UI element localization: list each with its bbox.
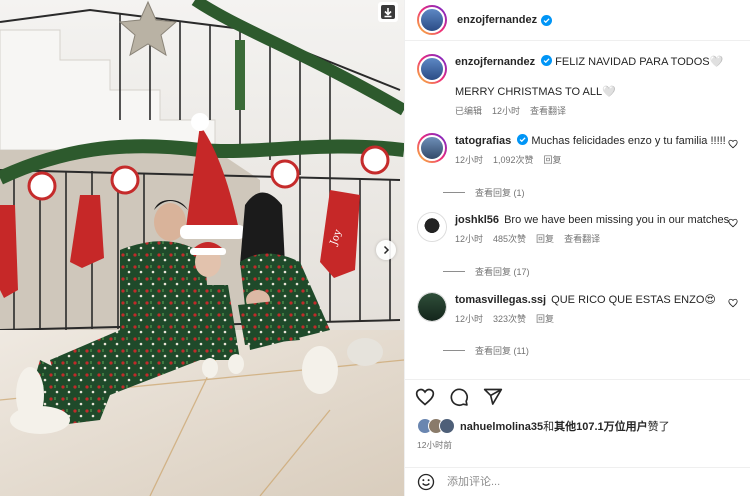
comment-likes[interactable]: 323次赞 — [493, 312, 526, 325]
share-icon[interactable] — [483, 387, 503, 407]
post-caption: enzojfernandez FELIZ NAVIDAD PARA TODOS🤍… — [417, 54, 740, 120]
likes-summary[interactable]: nahuelmolina35和其他107.1万位用户赞了 — [417, 418, 742, 434]
likes-and: 和 — [543, 421, 555, 433]
post-photo[interactable]: Joy — [0, 0, 404, 496]
comment-item: tomasvillegas.ssj QUE RICO QUE ESTAS ENZ… — [417, 292, 740, 332]
author-avatar[interactable] — [417, 54, 447, 84]
heart-icon[interactable] — [415, 387, 435, 407]
view-replies-label[interactable]: 查看回复 (1) — [475, 186, 525, 199]
verified-badge-icon — [541, 14, 553, 26]
view-replies-button[interactable]: 查看回复 (1) — [443, 186, 525, 199]
comment-text: Muchas felicidades enzo y tu familia !!!… — [531, 135, 726, 147]
likes-others-count[interactable]: 其他107.1万位用户 — [554, 421, 648, 433]
caption-translate-link[interactable]: 查看翻译 — [530, 104, 566, 117]
view-replies-label[interactable]: 查看回复 (17) — [475, 265, 530, 278]
comment-time: 12小时 — [455, 314, 484, 324]
commenter-avatar[interactable] — [417, 133, 447, 163]
post-action-bar — [405, 379, 750, 413]
comment-like-icon[interactable] — [728, 298, 738, 308]
liker-avatars — [417, 418, 455, 434]
caption-line-2: MERRY CHRISTMAS TO ALL🤍 — [455, 86, 616, 98]
comment-item: tatografias Muchas felicidades enzo y tu… — [417, 133, 740, 173]
comment-time: 12小时 — [455, 155, 484, 165]
add-comment-input[interactable] — [447, 476, 707, 488]
likes-suffix: 赞了 — [647, 421, 670, 433]
emoji-icon[interactable] — [417, 473, 435, 491]
comment-likes[interactable]: 485次赞 — [493, 232, 526, 245]
comment-translate-link[interactable]: 查看翻译 — [564, 232, 600, 245]
comment-like-icon[interactable] — [728, 139, 738, 149]
comment-reply-button[interactable]: 回复 — [544, 153, 562, 166]
post-timestamp: 12小时前 — [417, 440, 452, 450]
view-replies-label[interactable]: 查看回复 (11) — [475, 344, 529, 357]
next-photo-button[interactable] — [376, 240, 396, 260]
post-photo-image: Joy — [0, 0, 404, 496]
caption-edited-label: 已编辑 — [455, 106, 483, 116]
view-replies-button[interactable]: 查看回复 (17) — [443, 265, 530, 278]
chevron-right-icon — [383, 245, 390, 255]
download-button[interactable] — [378, 2, 398, 22]
comment-like-icon[interactable] — [728, 218, 738, 228]
comment-item: joshkl56 Bro we have been missing you in… — [417, 212, 740, 252]
comment-reply-button[interactable]: 回复 — [536, 232, 554, 245]
author-username[interactable]: enzojfernandez — [457, 14, 537, 26]
comment-username[interactable]: tomasvillegas.ssj — [455, 294, 546, 306]
commenter-avatar[interactable] — [417, 292, 447, 322]
caption-line-1: FELIZ NAVIDAD PARA TODOS🤍 — [555, 56, 724, 68]
comment-reply-button[interactable]: 回复 — [536, 312, 554, 325]
comments-list[interactable]: enzojfernandez FELIZ NAVIDAD PARA TODOS🤍… — [405, 42, 750, 378]
comment-text: QUE RICO QUE ESTAS ENZO😍 — [551, 294, 716, 306]
download-icon — [381, 5, 395, 19]
comment-text: Bro we have been missing you in our matc… — [504, 214, 730, 226]
likes-username[interactable]: nahuelmolina35 — [460, 421, 543, 433]
verified-badge-icon — [541, 55, 553, 66]
commenter-avatar[interactable] — [417, 212, 447, 242]
author-avatar[interactable] — [417, 5, 447, 35]
post-detail-pane: enzojfernandez enzojfernandez FELIZ NAVI… — [404, 0, 750, 496]
caption-time: 12小时 — [492, 106, 521, 116]
comment-username[interactable]: tatografias — [455, 135, 511, 147]
view-replies-button[interactable]: 查看回复 (11) — [443, 344, 529, 357]
liker-avatar — [439, 418, 455, 434]
comment-username[interactable]: joshkl56 — [455, 214, 499, 226]
post-header: enzojfernandez — [405, 0, 750, 41]
comment-time: 12小时 — [455, 234, 484, 244]
comment-likes[interactable]: 1,092次赞 — [493, 153, 534, 166]
verified-badge-icon — [517, 134, 529, 145]
caption-username[interactable]: enzojfernandez — [455, 56, 535, 68]
add-comment-bar — [405, 467, 750, 496]
comment-icon[interactable] — [449, 387, 469, 407]
